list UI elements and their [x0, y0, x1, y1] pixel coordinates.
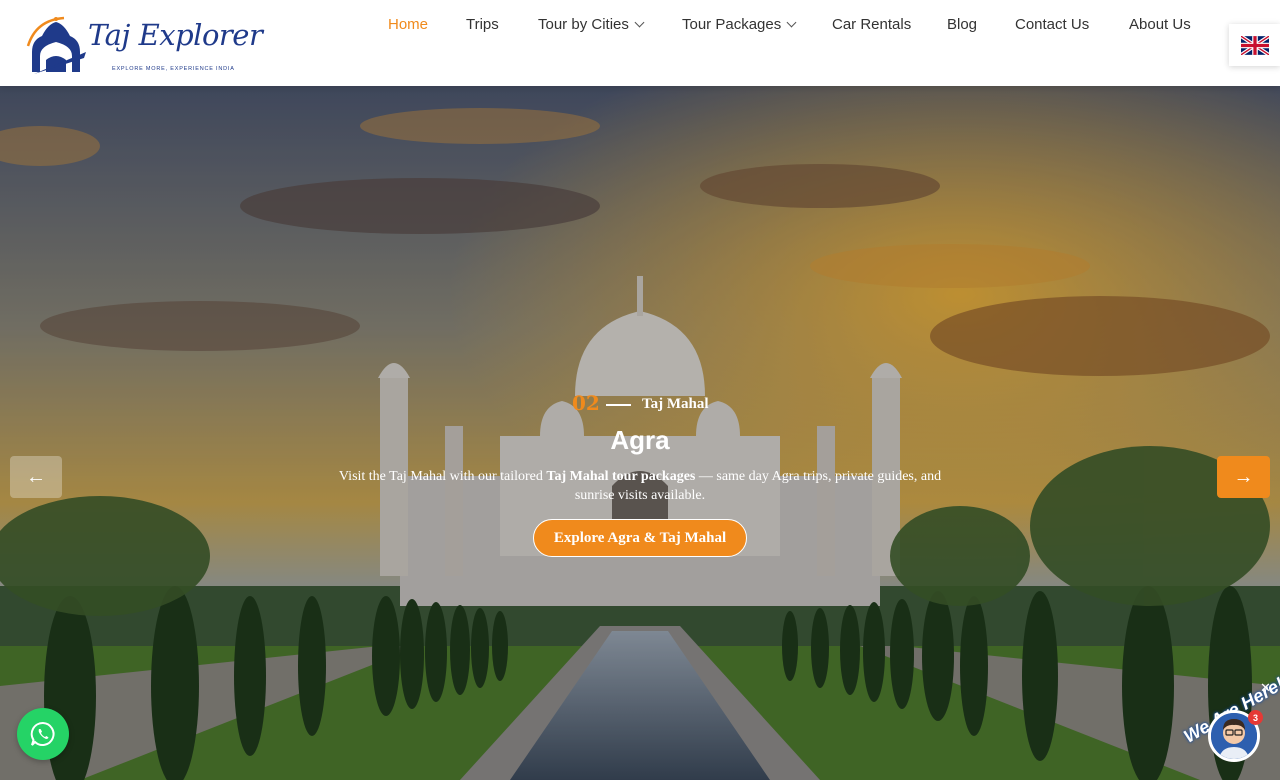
language-switcher[interactable] [1229, 24, 1280, 66]
nav-tour-by-cities-label: Tour by Cities [538, 16, 629, 33]
taj-logo-icon [26, 16, 86, 74]
nav-contact-us-label: Contact Us [1015, 16, 1090, 33]
arrow-right-icon: → [1233, 465, 1254, 488]
nav-blog[interactable]: Blog [947, 16, 977, 33]
nav-tour-packages[interactable]: Tour Packages [682, 16, 797, 33]
arrow-left-icon: ← [26, 465, 46, 488]
next-slide-button[interactable]: → [1217, 456, 1270, 498]
chat-notification-badge: 3 [1248, 710, 1263, 725]
chat-close-button[interactable]: ✕ [1260, 680, 1271, 696]
nav-about-us[interactable]: About Us [1129, 16, 1191, 33]
chat-widget[interactable]: We Are Here! 3 ✕ [1168, 673, 1280, 780]
chevron-down-icon [786, 17, 797, 27]
nav-blog-label: Blog [947, 16, 978, 33]
slide-description-prefix: Visit the Taj Mahal with our tailored [338, 469, 547, 484]
explore-agra-button[interactable]: Explore Agra & Taj Mahal [533, 519, 747, 557]
nav-contact-us[interactable]: Contact Us [1015, 16, 1089, 33]
brand-logo[interactable]: Taj Explorer EXPLORE MORE, EXPERIENCE IN… [26, 12, 263, 78]
hero-slider: 02 Taj Mahal Agra Visit the Taj Mahal wi… [0, 86, 1280, 780]
taj-mahal-tour-packages-link[interactable]: Taj Mahal tour packages [546, 469, 695, 484]
uk-flag-icon [1240, 35, 1269, 55]
nav-tour-packages-label: Tour Packages [682, 16, 782, 33]
nav-about-us-label: About Us [1129, 16, 1191, 33]
nav-home[interactable]: Home [388, 16, 428, 33]
nav-trips[interactable]: Trips [466, 16, 499, 33]
nav-car-rentals-label: Car Rentals [832, 16, 912, 33]
nav-trips-label: Trips [466, 16, 499, 33]
chevron-down-icon [634, 17, 645, 27]
brand-tagline: EXPLORE MORE, EXPERIENCE INDIA [112, 66, 235, 72]
slide-description: Visit the Taj Mahal with our tailored Ta… [330, 467, 950, 505]
site-header: Taj Explorer EXPLORE MORE, EXPERIENCE IN… [0, 0, 1280, 86]
slide-divider [606, 404, 631, 406]
slide-subtitle: Taj Mahal [642, 396, 709, 412]
nav-tour-by-cities[interactable]: Tour by Cities [538, 16, 645, 33]
nav-car-rentals[interactable]: Car Rentals [832, 16, 911, 33]
nav-home-label: Home [388, 16, 429, 33]
brand-name: Taj Explorer [88, 18, 263, 52]
slide-title: Agra [610, 425, 670, 455]
whatsapp-icon [30, 721, 55, 746]
prev-slide-button[interactable]: ← [10, 456, 62, 498]
whatsapp-button[interactable] [17, 708, 69, 760]
slide-number: 02 [572, 391, 600, 415]
